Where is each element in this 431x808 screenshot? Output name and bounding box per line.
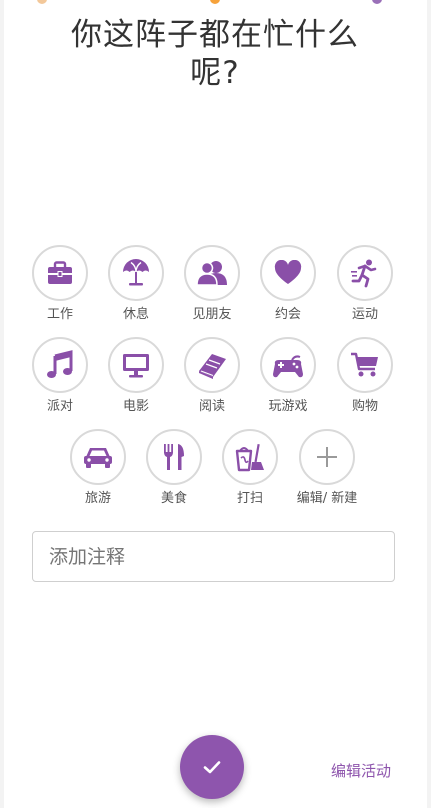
activity-games[interactable]: 玩游戏: [245, 337, 331, 415]
tv-icon: [123, 354, 149, 378]
activity-circle[interactable]: [299, 429, 355, 485]
activity-rest[interactable]: 休息: [93, 245, 179, 323]
cleaning-icon: [235, 443, 264, 472]
book-icon: [199, 354, 226, 379]
activity-label: 美食: [160, 491, 187, 506]
activity-circle[interactable]: [70, 429, 126, 485]
activity-label: 阅读: [198, 399, 225, 414]
activity-travel[interactable]: 旅游: [55, 429, 141, 507]
running-icon: [351, 259, 377, 288]
friends-icon: [196, 261, 227, 286]
activity-label: 运动: [351, 307, 378, 322]
page-title: 你这阵子都在忙什么呢?: [71, 17, 359, 91]
activity-shopping[interactable]: 购物: [322, 337, 408, 415]
activity-label: 打扫: [236, 491, 263, 506]
activity-cleaning[interactable]: 打扫: [207, 429, 293, 507]
activity-circle[interactable]: [108, 337, 164, 393]
music-note-icon: [47, 350, 73, 378]
activity-label: 电影: [122, 399, 149, 414]
confirm-button[interactable]: [180, 735, 244, 799]
activity-reading[interactable]: 阅读: [169, 337, 255, 415]
checkmark-icon: [203, 761, 221, 774]
activity-circle[interactable]: [337, 337, 393, 393]
activity-edit-new[interactable]: 编辑/ 新建: [284, 429, 370, 507]
mood-entry-screen: 你这阵子都在忙什么呢? 工作 休息 见朋友 约会 运动 派对 电影 阅读 玩游戏…: [0, 0, 431, 808]
activity-circle[interactable]: [32, 245, 88, 301]
activity-label: 旅游: [84, 491, 111, 506]
activity-circle[interactable]: [337, 245, 393, 301]
activity-food[interactable]: 美食: [131, 429, 217, 507]
activity-movie[interactable]: 电影: [93, 337, 179, 415]
activity-label: 编辑/ 新建: [296, 491, 358, 506]
activity-work[interactable]: 工作: [17, 245, 103, 323]
fork-knife-icon: [164, 444, 184, 470]
activity-label: 约会: [274, 307, 301, 322]
activity-label: 玩游戏: [268, 399, 308, 414]
activity-circle[interactable]: [222, 429, 278, 485]
briefcase-icon: [48, 261, 72, 284]
shopping-cart-icon: [351, 352, 378, 377]
top-decor-dot: [210, 0, 220, 4]
activity-circle[interactable]: [184, 245, 240, 301]
note-input[interactable]: [32, 531, 395, 582]
activity-circle[interactable]: [184, 337, 240, 393]
activity-date[interactable]: 约会: [245, 245, 331, 323]
activity-circle[interactable]: [260, 337, 316, 393]
activity-party[interactable]: 派对: [17, 337, 103, 415]
activity-circle[interactable]: [260, 245, 316, 301]
activity-label: 工作: [46, 307, 73, 322]
car-icon: [84, 448, 112, 468]
activity-circle[interactable]: [32, 337, 88, 393]
activity-label: 休息: [122, 307, 149, 322]
activity-sport[interactable]: 运动: [322, 245, 408, 323]
top-decor-dot: [372, 0, 382, 4]
activity-circle[interactable]: [146, 429, 202, 485]
activity-label: 见朋友: [192, 307, 232, 322]
top-decor-dot: [37, 0, 47, 4]
beach-umbrella-icon: [123, 259, 149, 286]
activity-label: 购物: [351, 399, 378, 414]
gamepad-icon: [273, 355, 303, 378]
plus-icon: [317, 447, 337, 467]
edit-activities-link[interactable]: 编辑活动: [331, 760, 391, 781]
activity-label: 派对: [46, 399, 73, 414]
activity-friends[interactable]: 见朋友: [169, 245, 255, 323]
activity-circle[interactable]: [108, 245, 164, 301]
heart-icon: [274, 260, 302, 284]
